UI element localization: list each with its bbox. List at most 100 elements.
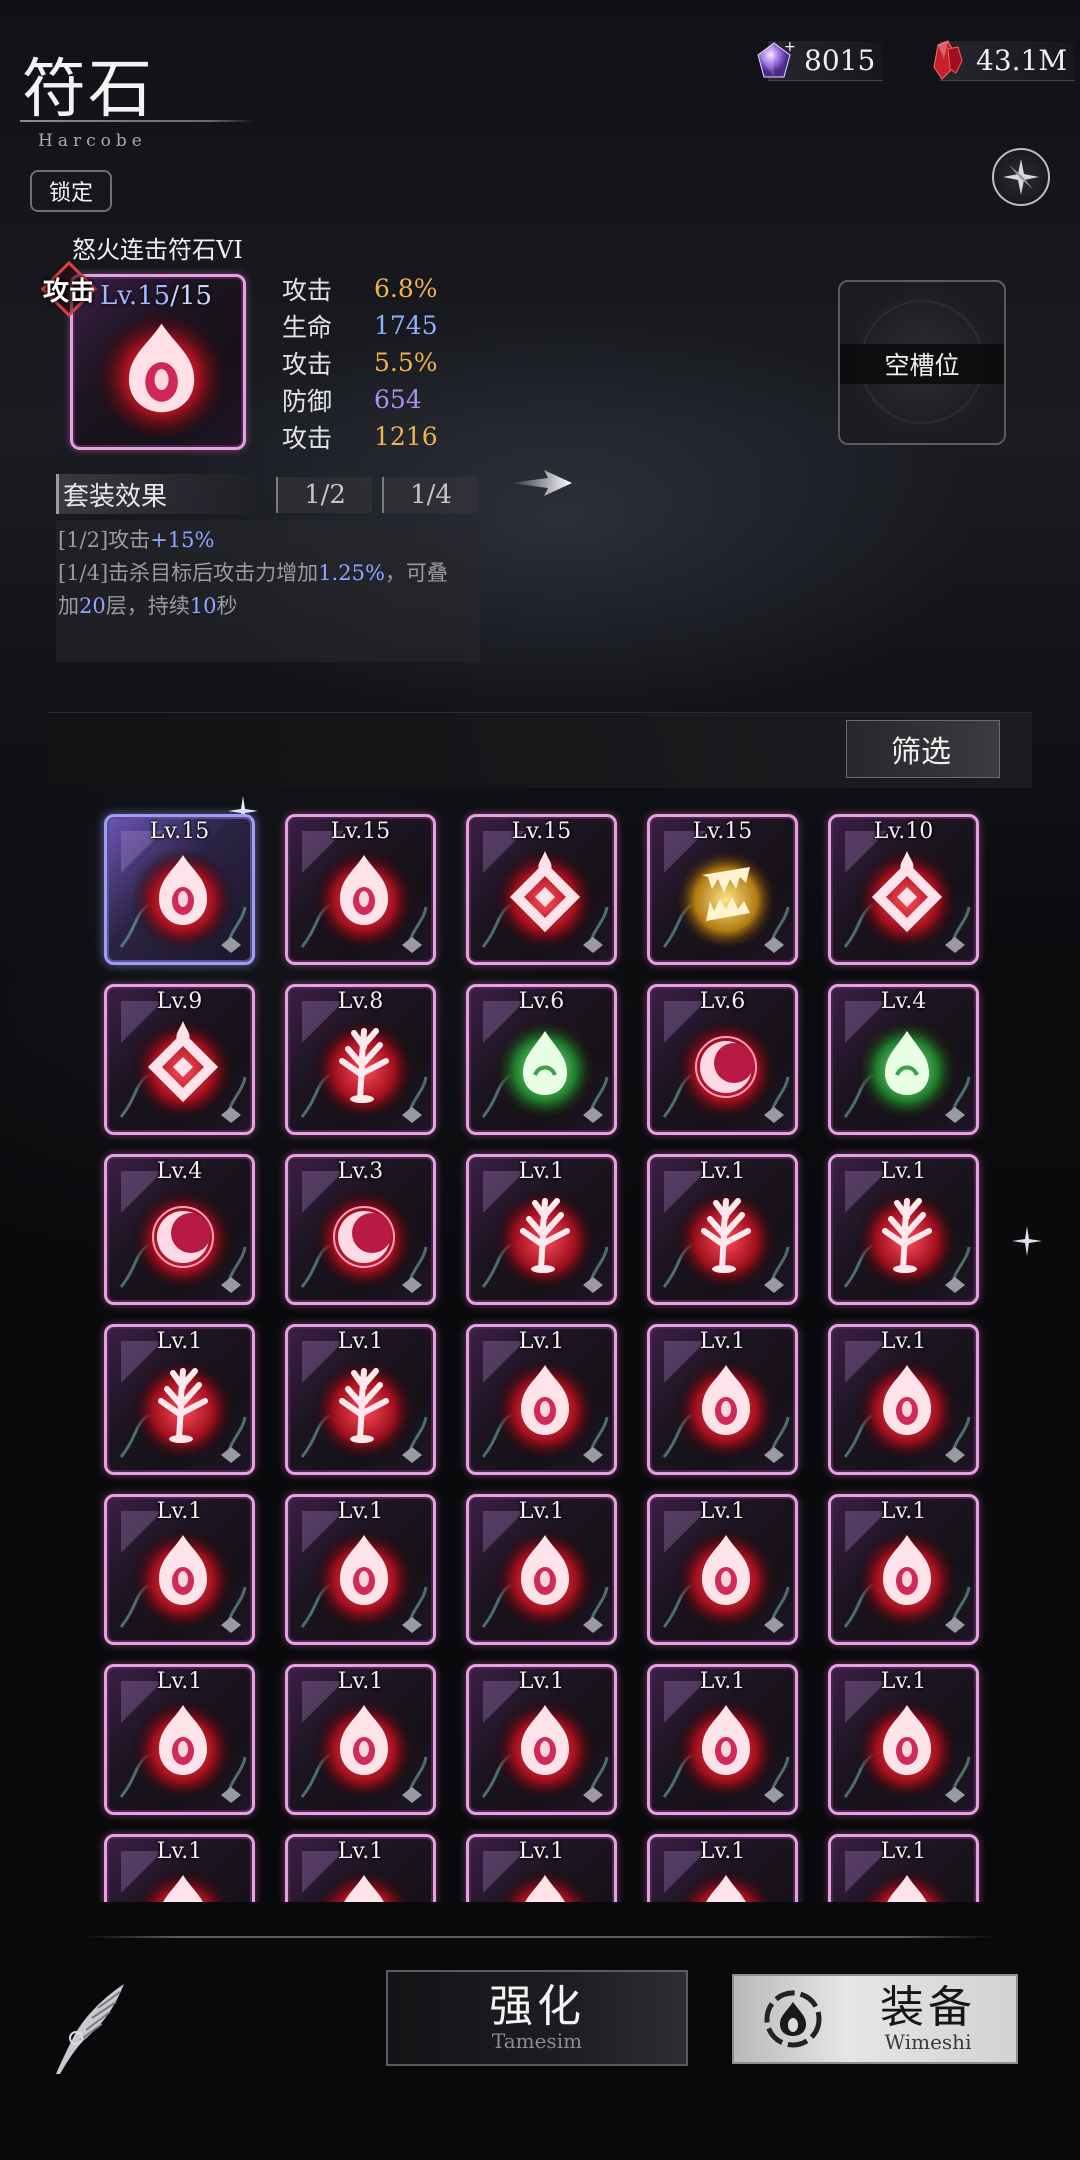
rune-card-level: Lv.1 xyxy=(156,1499,203,1524)
rune-card-level: Lv.15 xyxy=(511,819,572,844)
rune-card-level: Lv.1 xyxy=(699,1499,746,1524)
rune-card[interactable]: Lv.1 xyxy=(647,1494,798,1645)
svg-text:+: + xyxy=(784,39,796,55)
rune-card-level: Lv.1 xyxy=(156,1669,203,1694)
stat-value: 6.8% xyxy=(374,274,438,303)
bottom-divider xyxy=(84,1936,996,1938)
rune-card[interactable]: Lv.3 xyxy=(285,1154,436,1305)
rune-card[interactable]: Lv.1 xyxy=(828,1834,979,1902)
rune-card[interactable]: Lv.15 xyxy=(285,814,436,965)
rune-card[interactable]: Lv.1 xyxy=(104,1834,255,1902)
rune-card[interactable]: Lv.1 xyxy=(285,1494,436,1645)
lock-button[interactable]: 锁定 xyxy=(30,170,112,212)
rune-card-level: Lv.1 xyxy=(518,1159,565,1184)
enhance-button[interactable]: 强化 Tamesim xyxy=(386,1970,688,2066)
rune-card-level: Lv.10 xyxy=(873,819,934,844)
page-title: 符石 xyxy=(22,53,154,127)
rune-card[interactable]: Lv.6 xyxy=(647,984,798,1135)
rune-type-badge: 攻击 xyxy=(38,258,100,320)
rune-card[interactable]: Lv.1 xyxy=(828,1664,979,1815)
rune-card[interactable]: Lv.1 xyxy=(466,1664,617,1815)
rune-card-level: Lv.1 xyxy=(518,1499,565,1524)
empty-slot[interactable]: 空槽位 xyxy=(838,280,1006,445)
rune-card-level: Lv.6 xyxy=(699,989,746,1014)
rune-card-level: Lv.1 xyxy=(880,1669,927,1694)
rune-card[interactable]: Lv.4 xyxy=(104,1154,255,1305)
rune-card[interactable]: Lv.1 xyxy=(466,1324,617,1475)
rune-card-level: Lv.3 xyxy=(337,1159,384,1184)
rune-card[interactable]: Lv.1 xyxy=(828,1494,979,1645)
rune-card-level: Lv.1 xyxy=(880,1159,927,1184)
stat-row: 攻击 1216 xyxy=(282,418,438,455)
purple-gem-icon: + xyxy=(757,39,796,78)
rune-card[interactable]: Lv.15 xyxy=(647,814,798,965)
rune-card[interactable]: Lv.1 xyxy=(647,1664,798,1815)
rune-card-level: Lv.9 xyxy=(156,989,203,1014)
equip-emblem-icon xyxy=(764,1990,822,2048)
rune-card[interactable]: Lv.1 xyxy=(285,1324,436,1475)
rune-card[interactable]: Lv.1 xyxy=(647,1834,798,1902)
stat-label: 防御 xyxy=(282,386,333,416)
rune-card[interactable]: Lv.9 xyxy=(104,984,255,1135)
rune-card-level: Lv.1 xyxy=(156,1839,203,1864)
rune-card[interactable]: Lv.1 xyxy=(104,1494,255,1645)
set-tab-4-piece[interactable]: 1/4 xyxy=(382,477,478,513)
rune-card[interactable]: Lv.1 xyxy=(828,1154,979,1305)
rune-grid: Lv.15 Lv.15 Lv.15 Lv.15 Lv.10 Lv.9 Lv.8 Lv.6 Lv.… xyxy=(104,814,979,1902)
stat-row: 攻击 6.8% xyxy=(282,270,438,307)
rune-card-level: Lv.1 xyxy=(699,1159,746,1184)
rune-card-level: Lv.1 xyxy=(699,1669,746,1694)
stat-label: 攻击 xyxy=(282,423,333,453)
rune-card-level: Lv.15 xyxy=(149,819,210,844)
gem-currency[interactable]: + 8015 xyxy=(752,38,884,84)
rune-card[interactable]: Lv.1 xyxy=(647,1154,798,1305)
rune-card[interactable]: Lv.10 xyxy=(828,814,979,965)
rune-card[interactable]: Lv.6 xyxy=(466,984,617,1135)
rune-card[interactable]: Lv.1 xyxy=(285,1834,436,1902)
rune-card-level: Lv.1 xyxy=(337,1669,384,1694)
rune-inventory[interactable]: Lv.15 Lv.15 Lv.15 Lv.15 Lv.10 Lv.9 Lv.8 Lv.6 Lv.… xyxy=(48,800,1032,1902)
stat-row: 攻击 5.5% xyxy=(282,344,438,381)
stat-value: 5.5% xyxy=(374,348,438,377)
rune-card[interactable]: Lv.1 xyxy=(104,1324,255,1475)
enhance-sublabel: Tamesim xyxy=(491,2029,583,2053)
stat-value: 1745 xyxy=(374,311,438,340)
rune-card[interactable]: Lv.1 xyxy=(285,1664,436,1815)
rune-card-level: Lv.4 xyxy=(156,1159,203,1184)
rune-card[interactable]: Lv.15 xyxy=(104,814,255,965)
rune-card-level: Lv.1 xyxy=(518,1839,565,1864)
enhance-label: 强化 xyxy=(489,1981,585,2032)
rune-card[interactable]: Lv.1 xyxy=(828,1324,979,1475)
ruby-count: 43.1M xyxy=(976,44,1068,77)
rune-card-level: Lv.1 xyxy=(880,1839,927,1864)
set-effect-header: 套装效果 xyxy=(56,474,256,514)
filter-button[interactable]: 筛选 xyxy=(846,720,1000,778)
rune-card[interactable]: Lv.1 xyxy=(466,1154,617,1305)
stat-value: 1216 xyxy=(374,422,438,451)
rune-level: Lv.15/15 xyxy=(100,281,213,311)
red-crystal-icon xyxy=(933,40,963,80)
rune-card-level: Lv.1 xyxy=(337,1329,384,1354)
feather-quill-icon[interactable] xyxy=(46,1978,136,2078)
rune-card[interactable]: Lv.15 xyxy=(466,814,617,965)
rune-card[interactable]: Lv.1 xyxy=(647,1324,798,1475)
ruby-currency[interactable]: 43.1M xyxy=(924,38,1076,84)
rune-card[interactable]: Lv.1 xyxy=(104,1664,255,1815)
rune-card[interactable]: Lv.8 xyxy=(285,984,436,1135)
rune-card-level: Lv.1 xyxy=(337,1839,384,1864)
rune-card[interactable]: Lv.1 xyxy=(466,1494,617,1645)
rune-card[interactable]: Lv.1 xyxy=(466,1834,617,1902)
set-tab-2-piece[interactable]: 1/2 xyxy=(276,477,372,513)
page-subtitle: Harcobe xyxy=(38,131,147,151)
rune-card-level: Lv.1 xyxy=(156,1329,203,1354)
rune-card[interactable]: Lv.4 xyxy=(828,984,979,1135)
rune-card-level: Lv.1 xyxy=(518,1669,565,1694)
stat-value: 654 xyxy=(374,385,422,414)
equip-label: 装备 xyxy=(880,1982,976,2033)
title-divider xyxy=(20,120,256,122)
stat-label: 生命 xyxy=(282,312,333,342)
compass-icon[interactable] xyxy=(992,148,1050,206)
rune-card-level: Lv.1 xyxy=(880,1499,927,1524)
equip-button[interactable]: 装备 Wimeshi xyxy=(732,1974,1018,2064)
arrow-right-icon xyxy=(510,470,572,496)
